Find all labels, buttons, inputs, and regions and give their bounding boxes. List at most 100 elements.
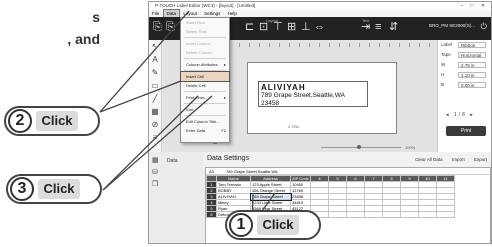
- menu-item-enter-data[interactable]: Enter Data F2: [181, 126, 229, 135]
- label-preview[interactable]: ALIVIYAH 789 Grape Street,Seattle,WA 234…: [247, 62, 397, 134]
- cell-reference: A3: [209, 169, 214, 174]
- print-button[interactable]: Print: [446, 126, 486, 136]
- db-icon[interactable]: ⛁: [152, 168, 158, 176]
- new-file-icon[interactable]: ⎘: [153, 22, 162, 33]
- menu-settings[interactable]: Settings: [201, 10, 223, 17]
- menu-item-column-attributes[interactable]: Column Attributes ▸: [181, 60, 229, 69]
- align-center-icon[interactable]: ⊡: [259, 22, 268, 33]
- data-settings-title: Data Settings: [207, 155, 250, 162]
- pen-icon[interactable]: ✎: [149, 66, 161, 79]
- prop-tape-name: Tape: [441, 52, 451, 57]
- table-cell[interactable]: [436, 211, 455, 218]
- menu-separator: [184, 115, 226, 116]
- prop-label-value[interactable]: Ribbon: [458, 42, 486, 48]
- formula-value[interactable]: 789 Grape Street,Seattle,WA: [226, 168, 278, 175]
- menu-item-label: Column Attributes: [186, 62, 218, 67]
- submenu-arrow-icon: ▸: [223, 62, 226, 67]
- open-file-icon[interactable]: ⎘: [166, 22, 175, 33]
- page-navigator[interactable]: ◂ 1/6 ▸: [446, 112, 475, 118]
- table-cell[interactable]: [328, 211, 347, 218]
- menu-bar: File Data Layout Settings Help: [149, 9, 491, 18]
- text-align-icon[interactable]: ≡: [375, 22, 381, 33]
- export-button[interactable]: Export: [474, 157, 487, 162]
- window-controls[interactable]: – □ ✕: [460, 2, 488, 10]
- barcode-icon[interactable]: ≡: [149, 131, 161, 144]
- clip-icon[interactable]: ⊘: [149, 118, 161, 131]
- properties-panel: Label Ribbon Tape Horizontal W 2.75 in H 1.1…: [437, 40, 491, 152]
- menu-layout[interactable]: Layout: [180, 10, 200, 17]
- prop-width-row: W 2.75 in: [438, 60, 491, 70]
- step-number: 1: [229, 213, 253, 237]
- callout-step-3: 3 Click: [6, 174, 102, 204]
- label-line-name: ALIVIYAH: [261, 83, 306, 92]
- column-header[interactable]: ZIP Code: [290, 175, 311, 182]
- menu-item-insert-row[interactable]: Insert Row: [181, 18, 229, 27]
- grid-icon[interactable]: ▦: [152, 156, 159, 164]
- text-direction-icon[interactable]: ⇥: [361, 22, 370, 33]
- callout-step-2: 2 Click: [4, 106, 100, 136]
- title-bar: P-TOUCH Label Editor (WC3) - [layout] - …: [149, 2, 491, 10]
- step-action: Click: [257, 215, 299, 235]
- label-text-object[interactable]: ALIVIYAH 789 Grape Street,Seattle,WA 234…: [258, 81, 368, 107]
- zoom-slider[interactable]: 100%: [313, 145, 423, 150]
- text-vertical-icon[interactable]: ⇵: [389, 22, 398, 33]
- prop-width-value[interactable]: 2.75 in: [458, 62, 486, 68]
- submenu-arrow-icon: ▸: [223, 95, 226, 100]
- printer-name[interactable]: BRO_PM SE2000(S)...: [429, 23, 475, 28]
- window-title: P-TOUCH Label Editor (WC3) - [layout] - …: [155, 3, 256, 8]
- zoom-value: 100%: [405, 145, 416, 150]
- formula-bar: A3 789 Grape Street,Seattle,WA: [206, 168, 490, 175]
- menu-file[interactable]: File: [149, 10, 162, 17]
- prop-width-name: W: [441, 62, 446, 67]
- instruction-text: s , and: [67, 9, 100, 47]
- step-action: Click: [38, 179, 80, 199]
- align-bottom-icon[interactable]: ⊥: [301, 22, 311, 33]
- align-left-icon[interactable]: ⊏: [245, 22, 254, 33]
- power-icon[interactable]: ⏻: [481, 22, 487, 32]
- callout-step-1: 1 Click: [225, 210, 321, 240]
- table-cell[interactable]: [400, 211, 419, 218]
- text-icon[interactable]: A: [149, 53, 161, 66]
- layers-icon[interactable]: ❐: [152, 180, 158, 188]
- align-middle-icon[interactable]: ⊞: [287, 22, 296, 33]
- cursor-icon[interactable]: ↖: [149, 40, 161, 53]
- menu-item-delete-cell[interactable]: Delete Cell: [181, 81, 229, 90]
- prop-tape-row: Tape Horizontal: [438, 50, 491, 60]
- menu-separator: [184, 103, 226, 104]
- menu-item-insert-cell[interactable]: Insert Cell: [180, 71, 230, 82]
- align-top-icon[interactable]: ⊤: [273, 22, 283, 33]
- prop-label-row: Label Ribbon: [438, 40, 491, 50]
- zoom-knob[interactable]: [357, 145, 361, 149]
- menu-separator: [184, 70, 226, 71]
- distribute-icon[interactable]: ⇔: [314, 22, 325, 33]
- prop-height-name: H: [441, 72, 445, 77]
- menu-item-print-check[interactable]: Print Chec.. ▸: [181, 93, 229, 102]
- table-cell[interactable]: 456 Orange Street: [250, 187, 291, 194]
- left-toolbox: ↖ A ✎ ▭ ╱ ▦ ⊘ ≡: [149, 40, 162, 152]
- menu-help[interactable]: Help: [225, 10, 240, 17]
- menu-item-edit-column-title[interactable]: Edit Column Title...: [181, 117, 229, 126]
- row-number[interactable]: 6: [206, 211, 217, 218]
- menu-item-insert-column[interactable]: Insert Column: [181, 39, 229, 48]
- menu-separator: [184, 37, 226, 38]
- app-window: P-TOUCH Label Editor (WC3) - [layout] - …: [148, 1, 492, 244]
- menu-item-delete-row[interactable]: Delete Row: [181, 27, 229, 36]
- prop-tape-value[interactable]: Horizontal: [458, 52, 486, 58]
- clear-all-data-button[interactable]: Clear All Data: [415, 157, 443, 162]
- table-cell[interactable]: [346, 211, 365, 218]
- menu-item-sort[interactable]: Sort: [181, 105, 229, 114]
- table-cell[interactable]: [364, 211, 383, 218]
- menu-item-delete-column[interactable]: Delete Column: [181, 48, 229, 57]
- image-icon[interactable]: ▭: [149, 79, 161, 92]
- table-cell[interactable]: [418, 211, 437, 218]
- prop-margin-row: B 0.00 in: [438, 80, 491, 90]
- line-icon[interactable]: ╱: [149, 92, 161, 105]
- data-menu-dropdown: Insert Row Delete Row Insert Column Dele…: [180, 17, 230, 143]
- table-icon[interactable]: ▦: [149, 105, 161, 118]
- prop-height-value[interactable]: 1.10 in: [458, 72, 486, 78]
- menu-data[interactable]: Data: [162, 9, 181, 18]
- table-cell[interactable]: [382, 211, 401, 218]
- import-button[interactable]: Import: [452, 157, 465, 162]
- step-number: 3: [10, 177, 34, 201]
- prop-margin-value[interactable]: 0.00 in: [458, 82, 486, 88]
